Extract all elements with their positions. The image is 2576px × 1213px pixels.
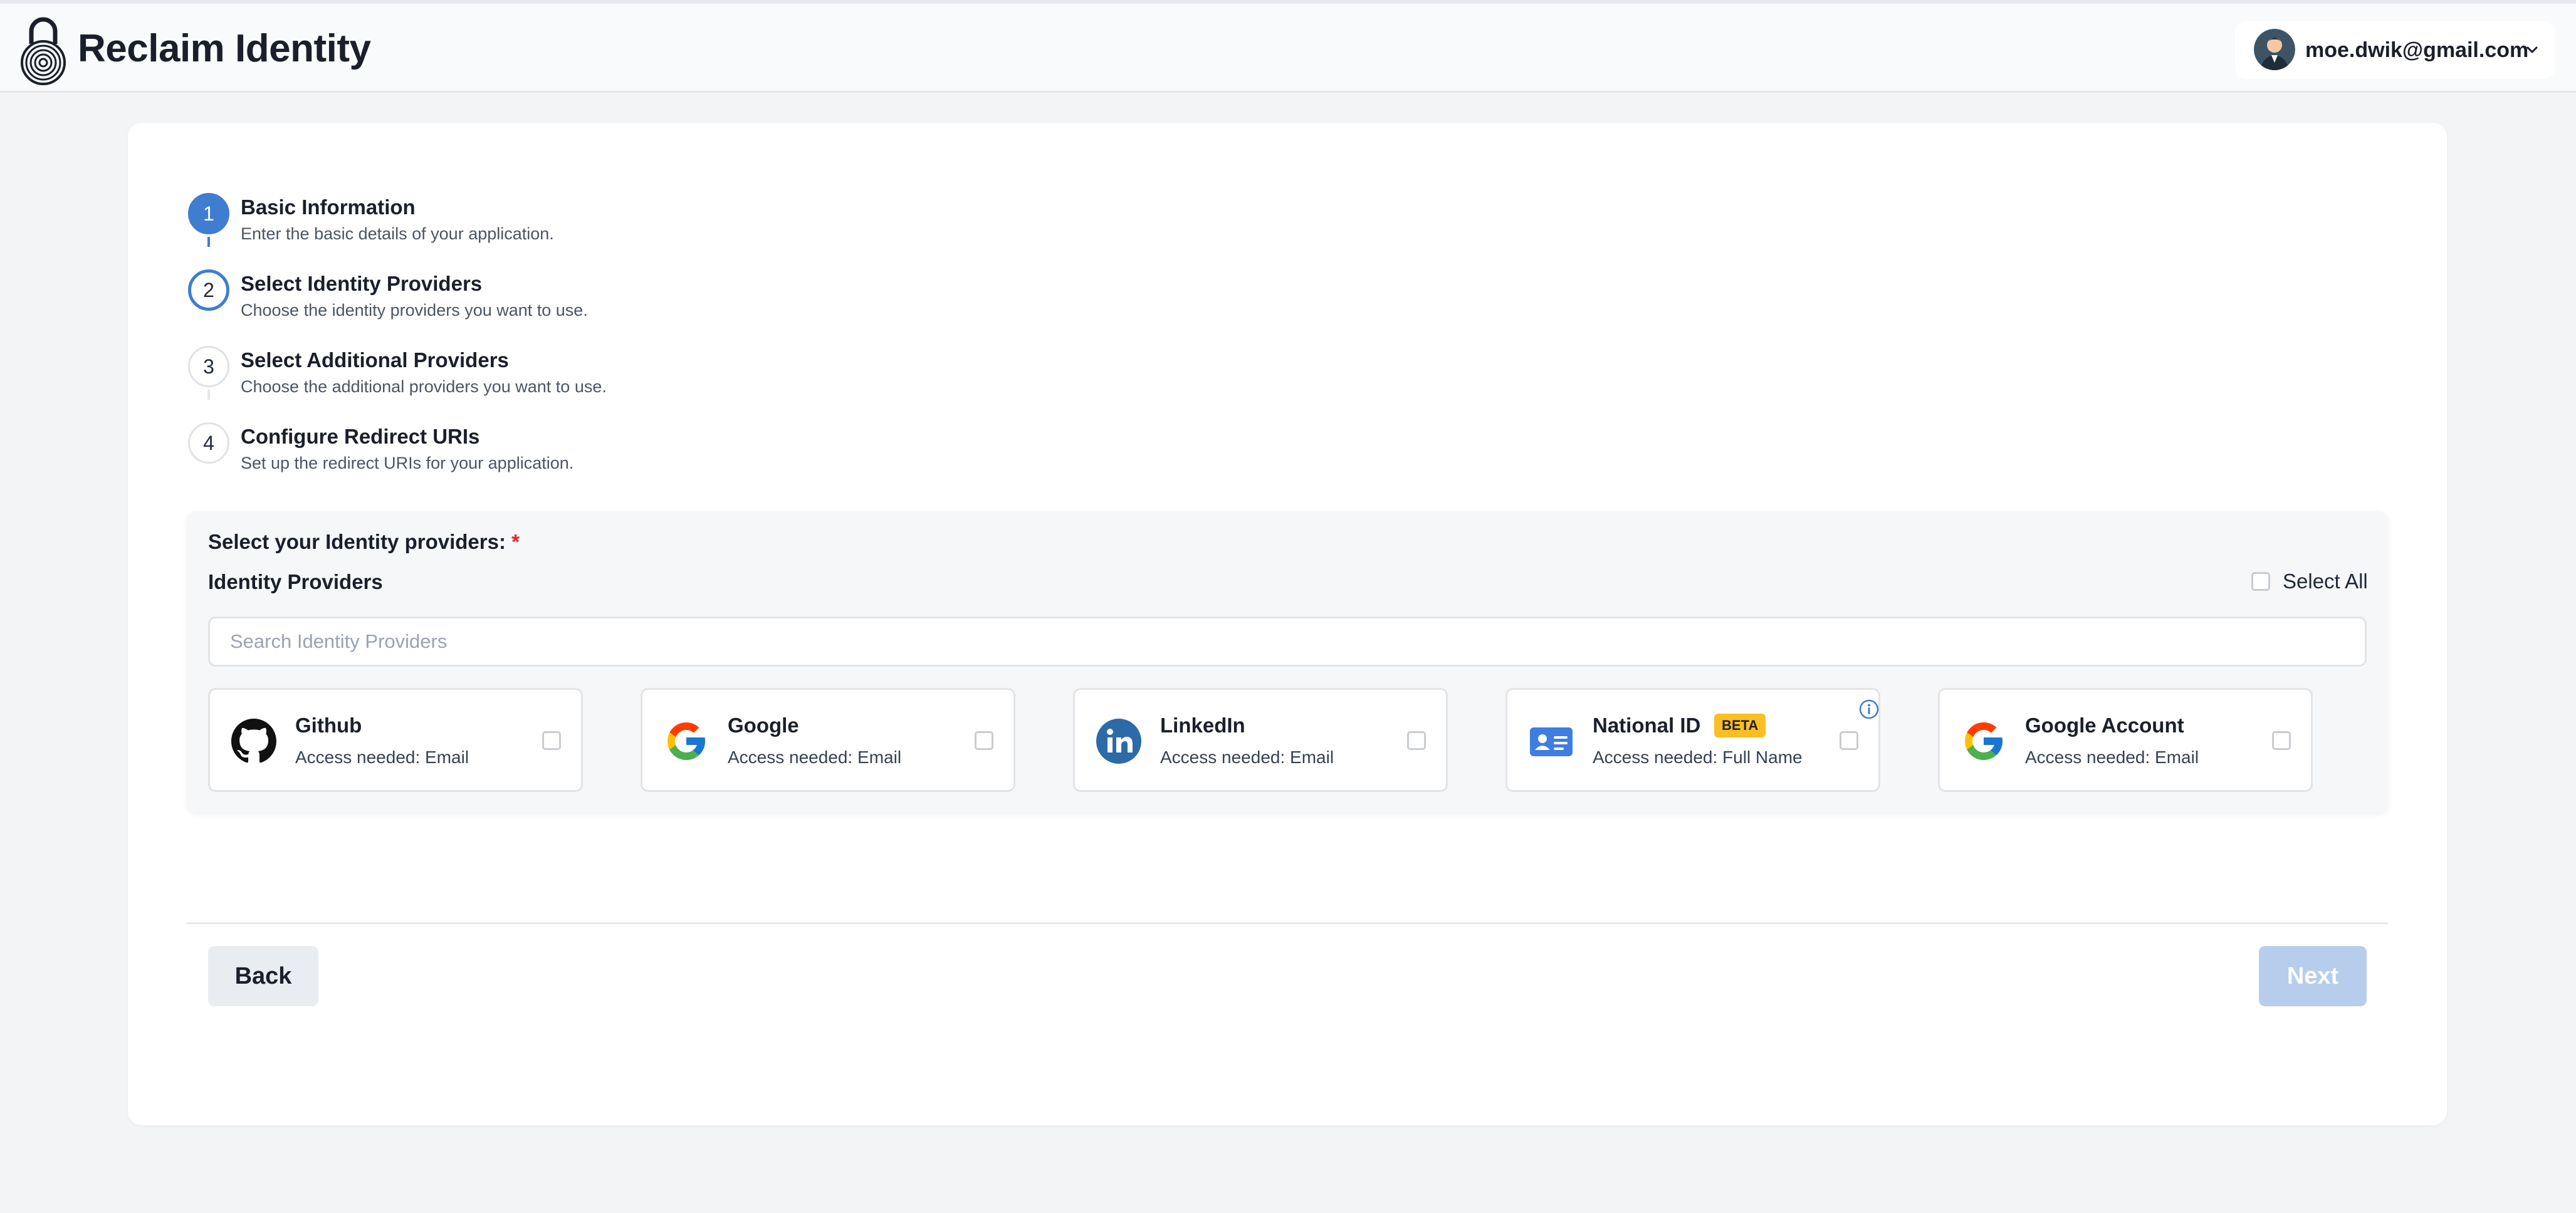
account-menu-button[interactable]: moe.dwik@gmail.com — [2235, 21, 2555, 79]
back-button[interactable]: Back — [208, 946, 318, 1006]
step-title: Select Additional Providers — [241, 348, 509, 372]
panel-prompt-text: Select your Identity providers: — [208, 530, 506, 553]
main-card: 1 Basic Information Enter the basic deta… — [128, 123, 2447, 1125]
step-title: Select Identity Providers — [241, 272, 483, 295]
step-number: 3 — [188, 346, 229, 387]
step-title: Configure Redirect URIs — [241, 425, 480, 448]
step-number: 1 — [188, 193, 229, 234]
app-header: Reclaim Identity moe.dwik@gmail.com — [0, 4, 2576, 93]
chevron-down-icon — [2526, 46, 2538, 53]
identity-provider-panel: Select your Identity providers: * Identi… — [187, 511, 2388, 812]
step-description: Choose the additional providers you want… — [241, 377, 607, 396]
next-button[interactable]: Next — [2259, 946, 2367, 1006]
avatar — [2254, 29, 2295, 70]
step-description: Choose the identity providers you want t… — [241, 301, 588, 320]
step-description: Enter the basic details of your applicat… — [241, 224, 554, 243]
provider-checkbox[interactable] — [542, 731, 561, 750]
provider-card-google[interactable]: Google Access needed: Email — [641, 688, 1015, 792]
provider-card-national-id[interactable]: National ID BETA Access needed: Full Nam… — [1505, 688, 1880, 792]
provider-name: Github — [295, 714, 362, 737]
step-connector — [207, 237, 210, 247]
search-input[interactable] — [208, 617, 2367, 667]
step-number: 4 — [188, 422, 229, 464]
provider-access: Access needed: Email — [1160, 747, 1334, 767]
provider-name: Google — [728, 714, 799, 737]
account-email: moe.dwik@gmail.com — [2305, 38, 2529, 62]
step-number: 2 — [188, 269, 229, 311]
select-all-label: Select All — [2283, 570, 2368, 593]
google-icon — [1965, 722, 2003, 760]
provider-access: Access needed: Full Name — [1593, 747, 1803, 767]
footer-divider — [187, 922, 2388, 924]
google-icon — [668, 722, 705, 760]
panel-prompt: Select your Identity providers: * — [208, 530, 520, 554]
section-heading: Identity Providers — [208, 570, 383, 593]
provider-checkbox[interactable] — [975, 731, 993, 750]
select-all-checkbox[interactable]: Select All — [2251, 569, 2368, 594]
step-title: Basic Information — [241, 195, 416, 219]
provider-checkbox[interactable] — [2272, 731, 2291, 750]
fingerprint-lock-icon — [21, 17, 66, 85]
provider-card-github[interactable]: Github Access needed: Email — [208, 688, 583, 792]
id-card-icon — [1530, 727, 1573, 756]
provider-name: LinkedIn — [1160, 714, 1245, 737]
provider-card-linkedin[interactable]: LinkedIn Access needed: Email — [1073, 688, 1448, 792]
checkbox[interactable] — [2251, 572, 2270, 591]
required-mark: * — [511, 530, 520, 553]
provider-access: Access needed: Email — [728, 747, 902, 767]
provider-checkbox[interactable] — [1840, 731, 1858, 750]
step-description: Set up the redirect URIs for your applic… — [241, 454, 574, 472]
provider-name: National ID — [1593, 714, 1701, 737]
info-icon[interactable] — [1858, 699, 1880, 720]
provider-access: Access needed: Email — [2025, 747, 2199, 767]
provider-access: Access needed: Email — [295, 747, 469, 767]
linkedin-icon — [1096, 719, 1141, 764]
provider-checkbox[interactable] — [1407, 731, 1426, 750]
app-title: Reclaim Identity — [78, 27, 371, 70]
github-icon — [231, 719, 276, 763]
user-avatar-icon — [2254, 29, 2295, 70]
provider-name: Google Account — [2025, 714, 2184, 737]
provider-card-google-account[interactable]: Google Account Access needed: Email — [1938, 688, 2313, 792]
beta-badge: BETA — [1714, 714, 1766, 737]
step-connector — [207, 390, 210, 400]
